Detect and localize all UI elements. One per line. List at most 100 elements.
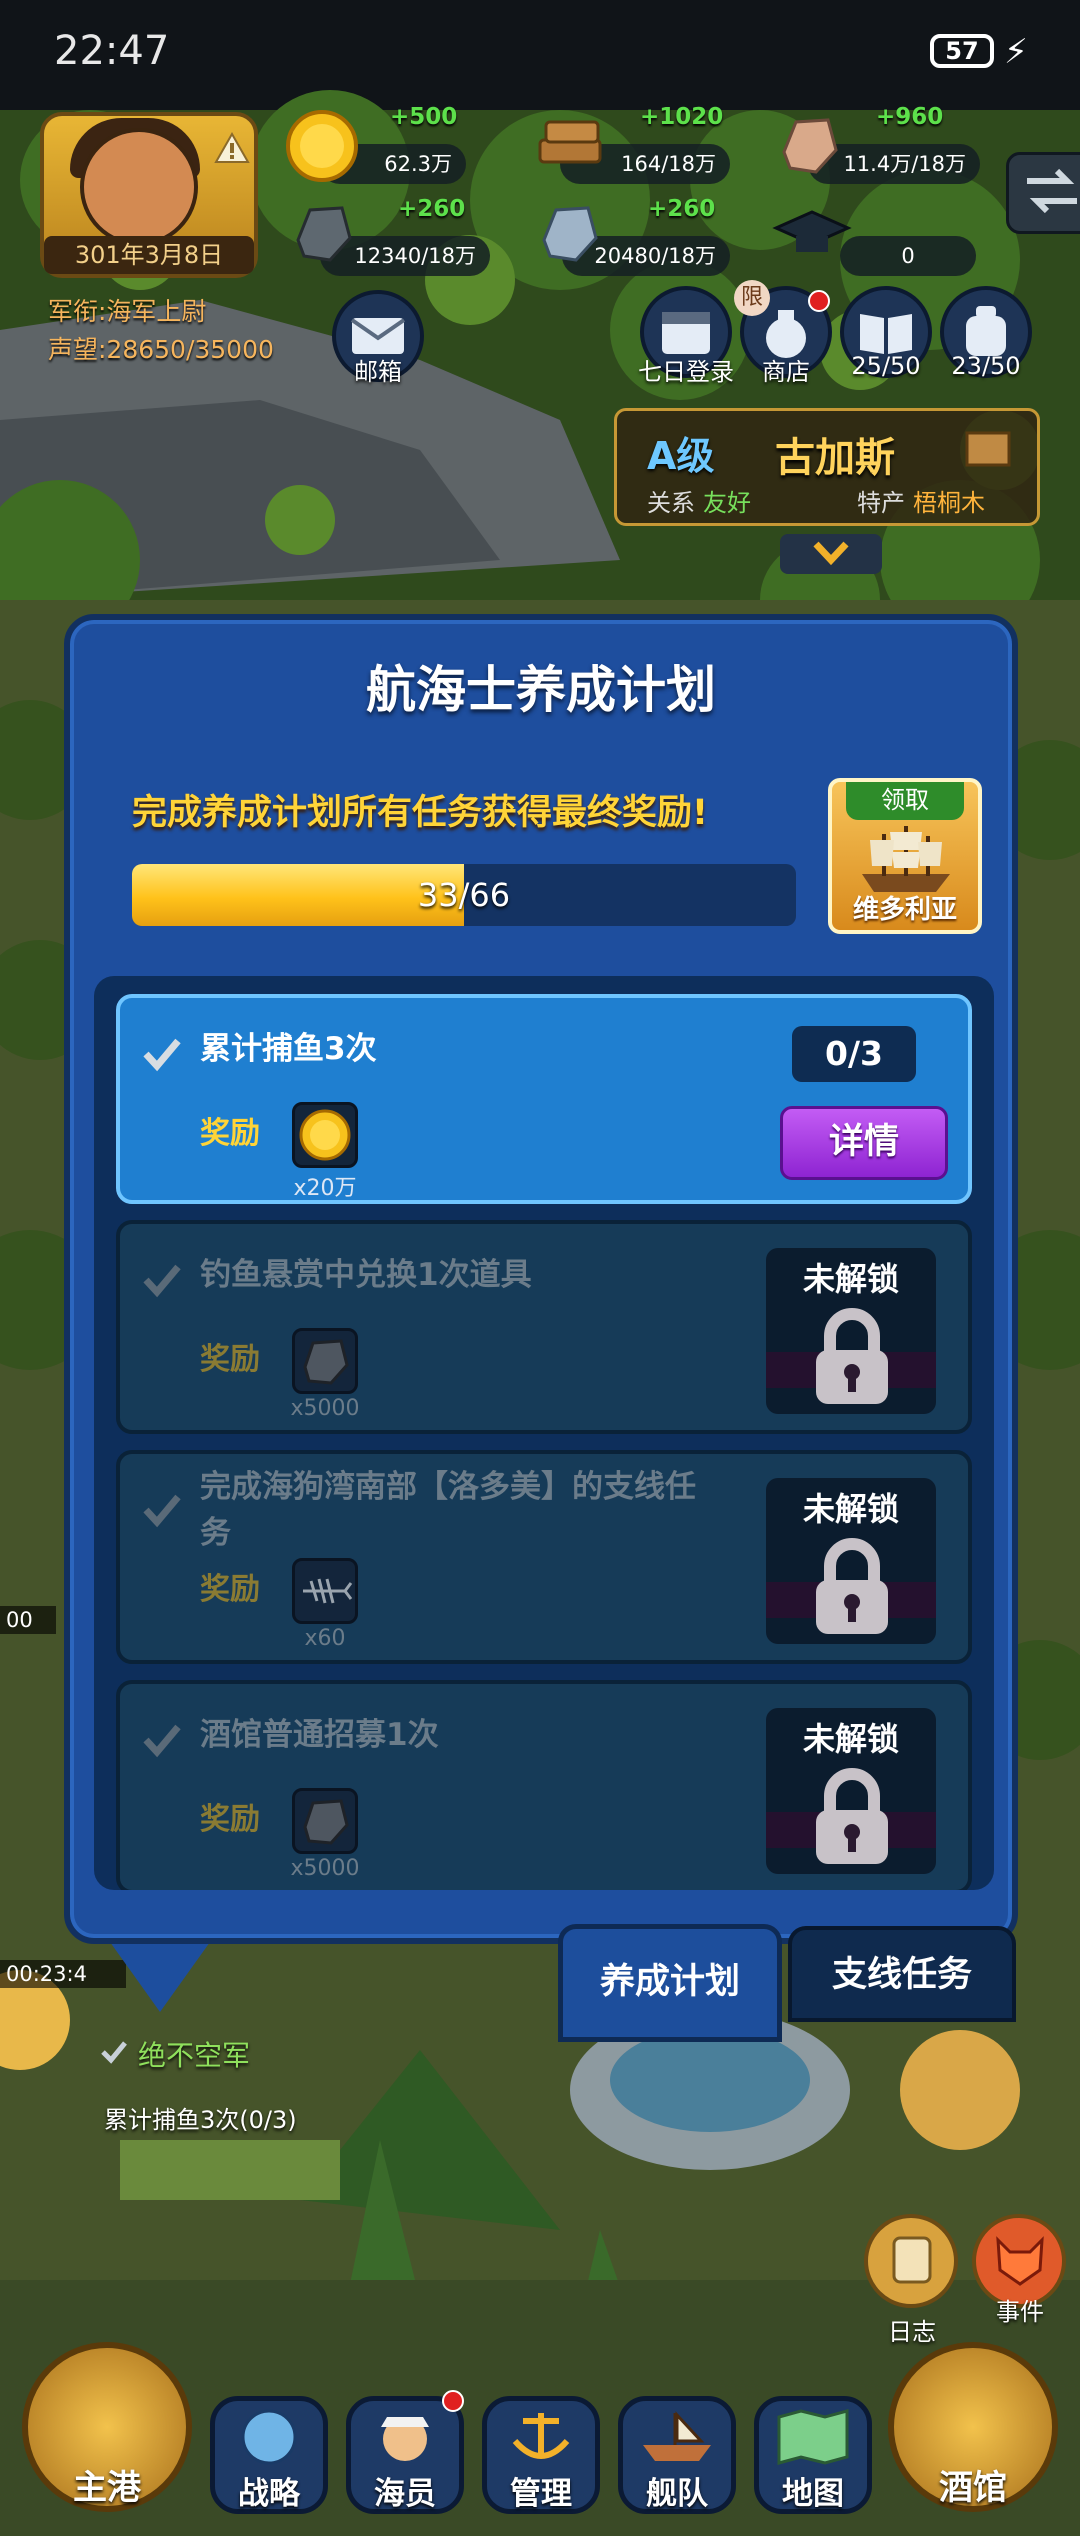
demon-mask-icon: [996, 2236, 1044, 2286]
final-reward-name: 维多利亚: [852, 895, 957, 925]
mail-icon: [350, 318, 406, 354]
nav-crew-label: 海员: [374, 2476, 436, 2512]
graduation-cap-icon: [772, 210, 852, 252]
reward-label: 奖励: [200, 1572, 260, 1607]
nav-manage[interactable]: 管理: [482, 2396, 600, 2514]
timer-bottom: 00:23:4: [0, 1960, 126, 1988]
resource-iron-gain: +260: [398, 196, 466, 222]
wood-icon: [538, 120, 602, 164]
region-relation: 友好: [703, 489, 751, 517]
iron-ore-icon: [303, 1799, 349, 1845]
nav-fleet[interactable]: 舰队: [618, 2396, 736, 2514]
reward-item[interactable]: [292, 1328, 358, 1394]
anchor-icon: [512, 2413, 570, 2459]
switch-button[interactable]: [1006, 152, 1080, 234]
nav-strategy-label: 战略: [238, 2476, 300, 2512]
checkmark-icon: [143, 1494, 181, 1528]
task-list[interactable]: 累计捕鱼3次 奖励 x20万 0/3 详情 钓鱼悬赏中兑换1次道具 奖励 x50…: [94, 976, 994, 1890]
resource-stone-gain: +960: [876, 104, 944, 130]
details-button[interactable]: 详情: [780, 1106, 948, 1180]
nav-tavern[interactable]: 酒馆: [888, 2342, 1058, 2522]
padlock-icon: [816, 1768, 888, 1864]
game-date: 301年3月8日: [44, 236, 254, 274]
calendar-icon: [662, 312, 710, 354]
task-item: 酒馆普通招募1次 奖励 x5000 未解锁: [116, 1680, 972, 1890]
region-product: 梧桐木: [913, 489, 985, 517]
reward-item[interactable]: [292, 1102, 358, 1168]
reward-item[interactable]: [292, 1788, 358, 1854]
overall-progress-text: 33/66: [417, 876, 511, 914]
region-grade: A级: [647, 434, 715, 478]
tab-side-quests[interactable]: 支线任务: [788, 1926, 1016, 2022]
locked-label: 未解锁: [802, 1720, 899, 1758]
avatar-face: [80, 128, 198, 246]
task-name-line1: 完成海狗湾南部【洛多美】的支线任: [200, 1469, 696, 1505]
nav-home-port-label: 主港: [73, 2468, 141, 2508]
sailor-icon: [381, 2417, 429, 2461]
reward-count: x5000: [290, 1856, 360, 1881]
iron-ore-icon: [303, 1339, 349, 1385]
sailing-ship-icon: [862, 826, 950, 892]
region-info-card[interactable]: A级 古加斯 关系 友好 特产 梧桐木: [614, 408, 1040, 526]
locked-label: 未解锁: [802, 1490, 899, 1528]
checkmark-icon: [143, 1724, 181, 1758]
task-name: 完成海狗湾南部【洛多美】的支线任务: [200, 1464, 696, 1556]
task-item: 完成海狗湾南部【洛多美】的支线任务 奖励 x60 未解锁: [116, 1450, 972, 1664]
reward-label: 奖励: [200, 1116, 260, 1151]
status-time: 22:47: [54, 28, 170, 74]
task-name-line2: 务: [200, 1515, 231, 1551]
dialog-subtitle: 完成养成计划所有任务获得最终奖励!: [132, 793, 708, 833]
nav-crew[interactable]: 海员: [346, 2390, 464, 2514]
padlock-icon: [816, 1538, 888, 1634]
checkmark-icon: [143, 1264, 181, 1298]
final-reward-button[interactable]: 领取 维多利亚: [828, 778, 982, 934]
timer-top: 00: [0, 1606, 56, 1634]
task-item: 累计捕鱼3次 奖励 x20万 0/3 详情: [116, 994, 972, 1204]
locked-indicator: 未解锁: [766, 1708, 936, 1874]
ship-icon: [643, 2411, 711, 2461]
status-bar: 22:47 57 ⚡: [0, 0, 1080, 100]
swap-arrows-icon: [1027, 168, 1077, 214]
overall-progress-bar: 33/66: [132, 864, 796, 926]
wood-crate-icon: [965, 431, 1011, 467]
tracker-quest-task[interactable]: 累计捕鱼3次(0/3): [104, 2100, 297, 2135]
checkmark-icon: [143, 1038, 181, 1072]
book-icon: [860, 314, 912, 354]
nav-fleet-label: 舰队: [646, 2476, 708, 2512]
region-product-label: 特产: [857, 489, 905, 517]
nav-map[interactable]: 地图: [754, 2396, 872, 2514]
shop-notification-dot: [808, 290, 830, 312]
mail-label: 邮箱: [354, 358, 402, 386]
map-icon: [777, 2409, 849, 2465]
resource-wood-gain: +1020: [640, 104, 724, 130]
dialog-title: 航海士养成计划: [366, 661, 716, 719]
warning-icon: [214, 132, 250, 163]
battery-indicator: 57: [930, 34, 994, 68]
tracker-pointer: [110, 1942, 210, 2012]
nav-home-port[interactable]: 主港: [22, 2342, 192, 2522]
region-name: 古加斯: [775, 435, 895, 481]
locked-indicator: 未解锁: [766, 1478, 936, 1644]
fish-bone-icon: [303, 1578, 353, 1604]
globe-icon: [241, 2409, 297, 2465]
resource-scholar[interactable]: 0: [840, 236, 976, 276]
crystal-ore-icon: [542, 206, 598, 262]
player-prestige: 声望:28650/35000: [48, 335, 274, 364]
iron-ore-icon: [296, 206, 352, 262]
tab-training-plan[interactable]: 养成计划: [558, 1924, 782, 2042]
region-relation-label: 关系: [647, 489, 695, 517]
tracker-quest-title[interactable]: 绝不空军: [138, 2034, 250, 2074]
event-label: 事件: [996, 2298, 1044, 2326]
nav-tavern-label: 酒馆: [939, 2468, 1007, 2508]
region-expand-button[interactable]: [780, 534, 882, 574]
nav-strategy[interactable]: 战略: [210, 2396, 328, 2514]
player-rank: 军衔:海军上尉: [48, 297, 207, 326]
log-button[interactable]: [864, 2214, 958, 2308]
resource-crystal-gain: +260: [648, 196, 716, 222]
locked-label: 未解锁: [802, 1260, 899, 1298]
nav-manage-label: 管理: [510, 2476, 572, 2512]
resource-gold-gain: +500: [390, 104, 458, 130]
task-name: 酒馆普通招募1次: [200, 1717, 439, 1753]
chevron-down-icon: [813, 541, 849, 566]
reward-item[interactable]: [292, 1558, 358, 1624]
